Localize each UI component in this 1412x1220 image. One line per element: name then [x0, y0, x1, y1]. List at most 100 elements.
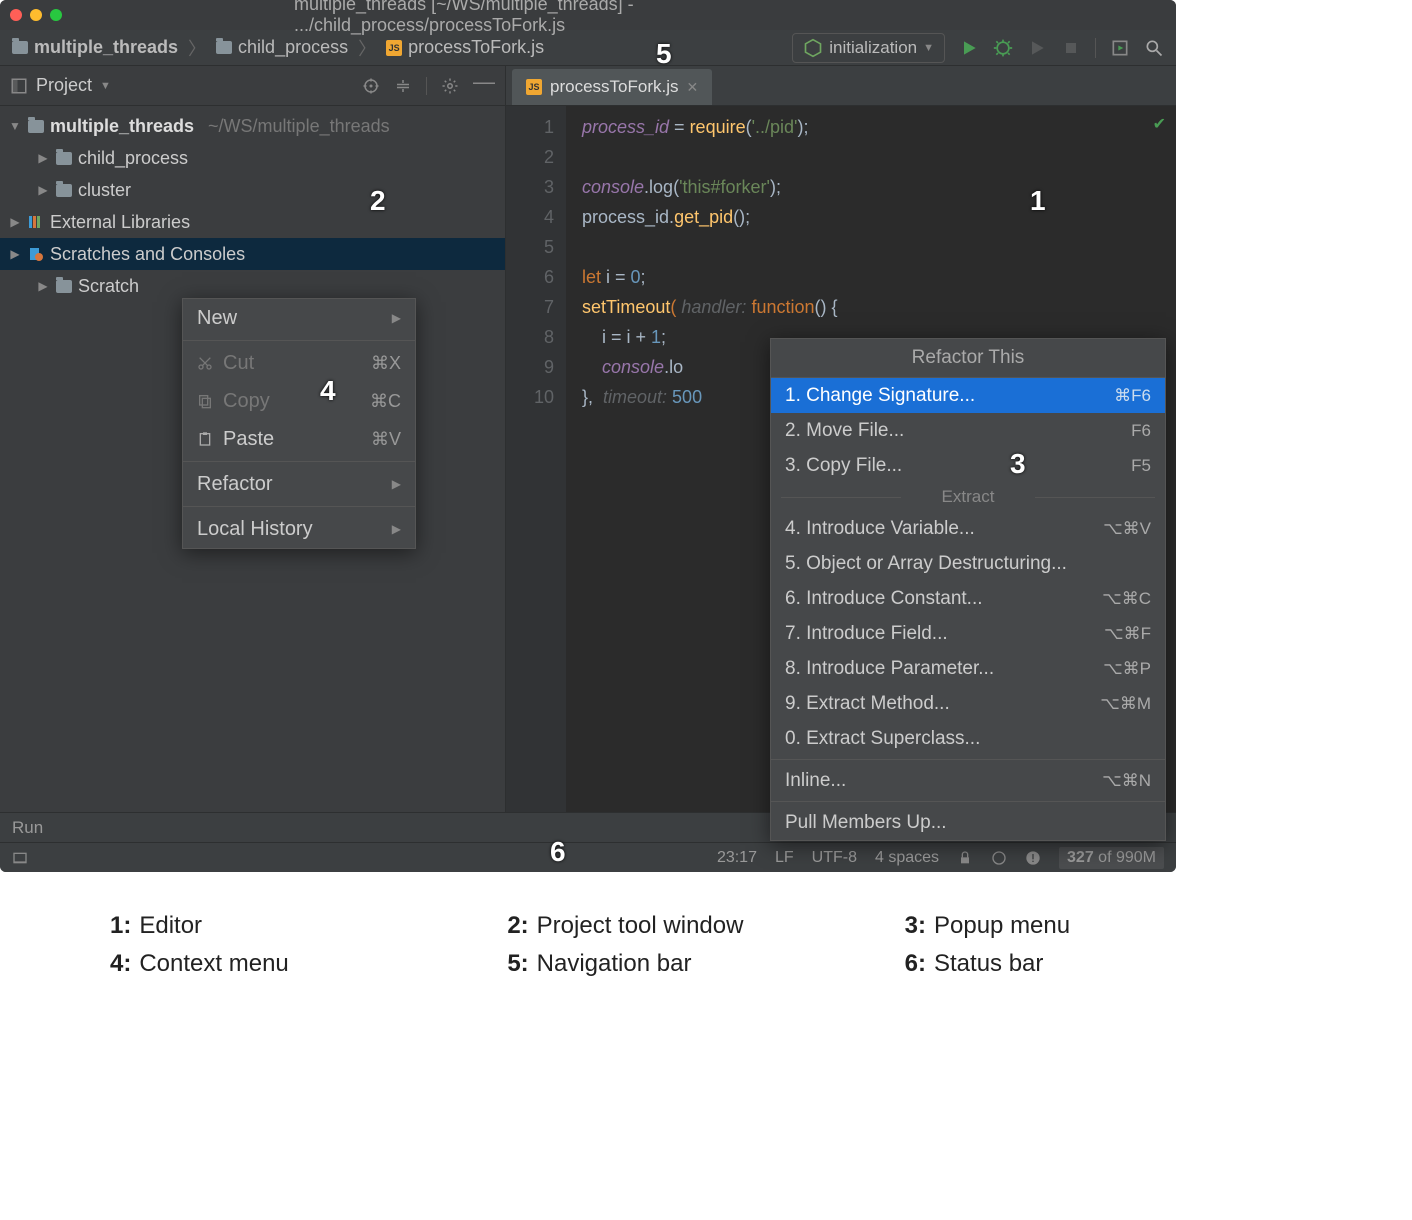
menu-refactor[interactable]: Refactor▶	[183, 465, 415, 503]
close-tab-icon[interactable]: ✕	[686, 79, 698, 96]
library-icon	[28, 214, 44, 230]
nodejs-icon	[803, 38, 823, 58]
js-file-icon: JS	[526, 79, 542, 95]
legend-item: 4:Context menu	[110, 950, 507, 978]
folder-icon	[28, 120, 44, 133]
refactor-introduce-variable[interactable]: 4. Introduce Variable...⌥⌘V	[771, 511, 1165, 546]
title-bar: multiple_threads [~/WS/multiple_threads]…	[0, 0, 1176, 30]
refactor-copy-file[interactable]: 3. Copy File...F5	[771, 448, 1165, 483]
tree-node-folder[interactable]: ▶ cluster	[0, 174, 505, 206]
expand-arrow-icon[interactable]: ▶	[8, 247, 22, 261]
refactor-introduce-parameter[interactable]: 8. Introduce Parameter...⌥⌘P	[771, 651, 1165, 686]
expand-arrow-icon[interactable]: ▶	[36, 183, 50, 197]
refactor-destructuring[interactable]: 5. Object or Array Destructuring...	[771, 546, 1165, 581]
locate-icon[interactable]	[362, 77, 380, 95]
folder-icon	[216, 41, 232, 54]
copy-icon	[197, 393, 213, 409]
tree-node-libraries[interactable]: ▶ External Libraries	[0, 206, 505, 238]
tool-window-icon[interactable]	[12, 850, 28, 866]
crumb-root[interactable]: multiple_threads	[34, 37, 178, 58]
crumb-folder[interactable]: child_process	[238, 37, 348, 58]
crumb-file[interactable]: processToFork.js	[408, 37, 544, 58]
context-menu: New▶ Cut⌘X Copy⌘C Paste⌘V Refactor▶ Loca…	[182, 298, 416, 549]
indent-info[interactable]: 4 spaces	[875, 849, 939, 867]
run-coverage-icon[interactable]	[1027, 38, 1047, 58]
legend-item: 5:Navigation bar	[507, 950, 904, 978]
refactor-change-signature[interactable]: 1. Change Signature...⌘F6	[771, 378, 1165, 413]
run-configuration-selector[interactable]: initialization ▼	[792, 33, 945, 63]
menu-local-history[interactable]: Local History▶	[183, 510, 415, 548]
paste-icon	[197, 431, 213, 447]
project-view-icon[interactable]	[10, 77, 28, 95]
chevron-down-icon[interactable]: ▼	[100, 80, 111, 92]
chevron-down-icon: ▼	[923, 42, 934, 54]
minimize-window-button[interactable]	[30, 9, 42, 21]
menu-cut[interactable]: Cut⌘X	[183, 344, 415, 382]
tree-node-folder[interactable]: ▶ child_process	[0, 142, 505, 174]
folder-icon	[56, 280, 72, 293]
memory-indicator[interactable]: 327 of 990M	[1059, 847, 1164, 869]
folder-icon	[56, 184, 72, 197]
chevron-right-icon: 〉	[188, 35, 206, 61]
window-title: multiple_threads [~/WS/multiple_threads]…	[294, 0, 882, 36]
folder-icon	[56, 152, 72, 165]
scratch-icon	[28, 246, 44, 262]
cut-icon	[197, 355, 213, 371]
window-controls	[10, 9, 62, 21]
project-label[interactable]: Project	[36, 75, 92, 96]
menu-paste[interactable]: Paste⌘V	[183, 420, 415, 458]
chevron-right-icon: 〉	[358, 35, 376, 61]
refactor-introduce-constant[interactable]: 6. Introduce Constant...⌥⌘C	[771, 581, 1165, 616]
maximize-window-button[interactable]	[50, 9, 62, 21]
expand-all-icon[interactable]	[394, 77, 412, 95]
js-file-icon: JS	[386, 40, 402, 56]
event-log-icon[interactable]	[1025, 850, 1041, 866]
refactor-introduce-field[interactable]: 7. Introduce Field...⌥⌘F	[771, 616, 1165, 651]
expand-arrow-icon[interactable]: ▶	[36, 151, 50, 165]
caret-position[interactable]: 23:17	[717, 849, 757, 867]
ide-window: multiple_threads [~/WS/multiple_threads]…	[0, 0, 1176, 872]
run-icon[interactable]	[959, 38, 979, 58]
menu-copy[interactable]: Copy⌘C	[183, 382, 415, 420]
project-tree[interactable]: ▼ multiple_threads ~/WS/multiple_threads…	[0, 106, 505, 306]
build-icon[interactable]	[1110, 38, 1130, 58]
project-header: Project ▼ —	[0, 66, 505, 106]
debug-icon[interactable]	[993, 38, 1013, 58]
submenu-arrow-icon: ▶	[392, 311, 401, 325]
refactor-move-file[interactable]: 2. Move File...F6	[771, 413, 1165, 448]
breadcrumb[interactable]: multiple_threads 〉 child_process 〉 JS pr…	[12, 35, 544, 61]
refactor-extract-superclass[interactable]: 0. Extract Superclass...	[771, 721, 1165, 756]
menu-new[interactable]: New▶	[183, 299, 415, 337]
legend-item: 2:Project tool window	[507, 912, 904, 940]
expand-arrow-icon[interactable]: ▼	[8, 119, 22, 133]
status-bar: 23:17 LF UTF-8 4 spaces 327 of 990M	[0, 842, 1176, 872]
gear-icon[interactable]	[441, 77, 459, 95]
hide-icon[interactable]: —	[473, 77, 495, 95]
feedback-icon[interactable]	[991, 850, 1007, 866]
refactor-inline[interactable]: Inline...⌥⌘N	[771, 763, 1165, 798]
legend-item: 1:Editor	[110, 912, 507, 940]
folder-icon	[12, 41, 28, 54]
run-label[interactable]: Run	[12, 818, 43, 838]
tree-node-project[interactable]: ▼ multiple_threads ~/WS/multiple_threads	[0, 110, 505, 142]
refactor-pull-members-up[interactable]: Pull Members Up...	[771, 805, 1165, 840]
refactor-extract-method[interactable]: 9. Extract Method...⌥⌘M	[771, 686, 1165, 721]
popup-section-extract: Extract	[771, 483, 1165, 511]
popup-title: Refactor This	[771, 339, 1165, 378]
stop-icon[interactable]	[1061, 38, 1081, 58]
line-separator[interactable]: LF	[775, 849, 794, 867]
search-icon[interactable]	[1144, 38, 1164, 58]
submenu-arrow-icon: ▶	[392, 477, 401, 491]
legend-item: 3:Popup menu	[905, 912, 1302, 940]
expand-arrow-icon[interactable]: ▶	[36, 279, 50, 293]
gutter: 1 2 3 4 5 6 7 8 9 10	[506, 106, 566, 812]
editor-tab[interactable]: JS processToFork.js ✕	[512, 69, 712, 105]
legend: 1:Editor 2:Project tool window 3:Popup m…	[0, 872, 1412, 1018]
file-encoding[interactable]: UTF-8	[812, 849, 857, 867]
lock-icon[interactable]	[957, 850, 973, 866]
expand-arrow-icon[interactable]: ▶	[8, 215, 22, 229]
refactor-popup: Refactor This 1. Change Signature...⌘F6 …	[770, 338, 1166, 841]
close-window-button[interactable]	[10, 9, 22, 21]
legend-item: 6:Status bar	[905, 950, 1302, 978]
tree-node-scratches[interactable]: ▶ Scratches and Consoles	[0, 238, 505, 270]
